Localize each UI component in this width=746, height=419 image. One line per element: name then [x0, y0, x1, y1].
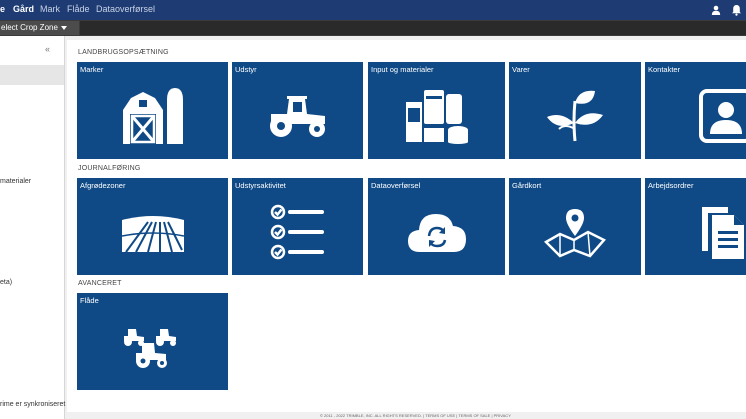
tile-afgrodezoner[interactable]: Afgrødezoner — [77, 178, 228, 275]
nav-item-mark[interactable]: Mark — [40, 4, 60, 14]
map-pin-icon — [544, 209, 606, 258]
crop-zone-label: elect Crop Zone — [1, 23, 58, 32]
nav-item-gard[interactable]: Gård — [13, 4, 34, 14]
context-bar: elect Crop Zone — [0, 20, 746, 36]
contact-icon — [699, 89, 746, 144]
tile-udstyrsaktivitet[interactable]: Udstyrsaktivitet — [232, 178, 363, 275]
tile-label: Marker — [80, 65, 104, 74]
tile-kontakter[interactable]: Kontakter — [645, 62, 746, 159]
sidebar-item-selected[interactable] — [0, 65, 64, 85]
tile-gardkort[interactable]: Gårdkort — [509, 178, 641, 275]
plant-icon — [547, 91, 603, 142]
sync-status: rime er synkroniseret — [0, 401, 66, 408]
barn-icon — [122, 88, 183, 145]
tile-label: Arbejdsordrer — [648, 181, 694, 190]
cloud-sync-icon — [407, 214, 466, 253]
tile-label: Udstyrsaktivitet — [235, 181, 286, 190]
section-title-journal: JOURNALFØRING — [78, 165, 141, 172]
nav-item-dataoverforsel[interactable]: Dataoverførsel — [96, 4, 155, 14]
documents-icon — [702, 207, 744, 260]
section-title-advanced: AVANCERET — [78, 280, 122, 287]
tile-label: Flåde — [80, 296, 99, 305]
collapse-sidebar-icon[interactable]: « — [45, 44, 50, 54]
tractor-icon — [269, 96, 325, 138]
section-title-setup: LANDBRUGSOPSÆTNING — [78, 49, 169, 56]
tile-label: Kontakter — [648, 65, 681, 74]
bell-icon[interactable] — [731, 4, 742, 16]
tile-label: Udstyr — [235, 65, 257, 74]
tile-label: Input og materialer — [371, 65, 434, 74]
tile-label: Varer — [512, 65, 530, 74]
crop-zone-selector[interactable]: elect Crop Zone — [0, 21, 79, 35]
fleet-icon — [123, 329, 176, 369]
sidebar-item-beta[interactable]: eta) — [0, 279, 12, 286]
tile-marker[interactable]: Marker — [77, 62, 228, 159]
nav-item-home[interactable]: e — [0, 4, 5, 14]
tile-varer[interactable]: Varer — [509, 62, 641, 159]
nav-item-flade[interactable]: Flåde — [67, 4, 90, 14]
tile-arbejdsordrer[interactable]: Arbejdsordrer — [645, 178, 746, 275]
field-icon — [121, 216, 184, 253]
tile-udstyr[interactable]: Udstyr — [232, 62, 363, 159]
checklist-icon — [270, 205, 324, 260]
dashboard: LANDBRUGSOPSÆTNING Marker Udstyr Input o… — [67, 40, 746, 412]
caret-down-icon — [60, 25, 67, 30]
sidebar-item-materialer[interactable]: materialer — [0, 178, 31, 185]
tile-flade[interactable]: Flåde — [77, 293, 228, 390]
footer: © 2011 - 2022 TRIMBLE, INC. ALL RIGHTS R… — [320, 413, 511, 418]
tile-input-og-materialer[interactable]: Input og materialer — [368, 62, 505, 159]
user-icon[interactable] — [711, 5, 721, 15]
tile-label: Afgrødezoner — [80, 181, 126, 190]
inputs-icon — [405, 90, 468, 145]
sidebar: « materialer eta) rime er synkroniseret — [0, 36, 65, 419]
context-bar-fill — [80, 21, 746, 35]
tile-dataoverforsel[interactable]: Dataoverførsel — [368, 178, 505, 275]
tile-label: Dataoverførsel — [371, 181, 421, 190]
top-navigation: e Gård Mark Flåde Dataoverførsel — [0, 0, 746, 20]
tile-label: Gårdkort — [512, 181, 542, 190]
